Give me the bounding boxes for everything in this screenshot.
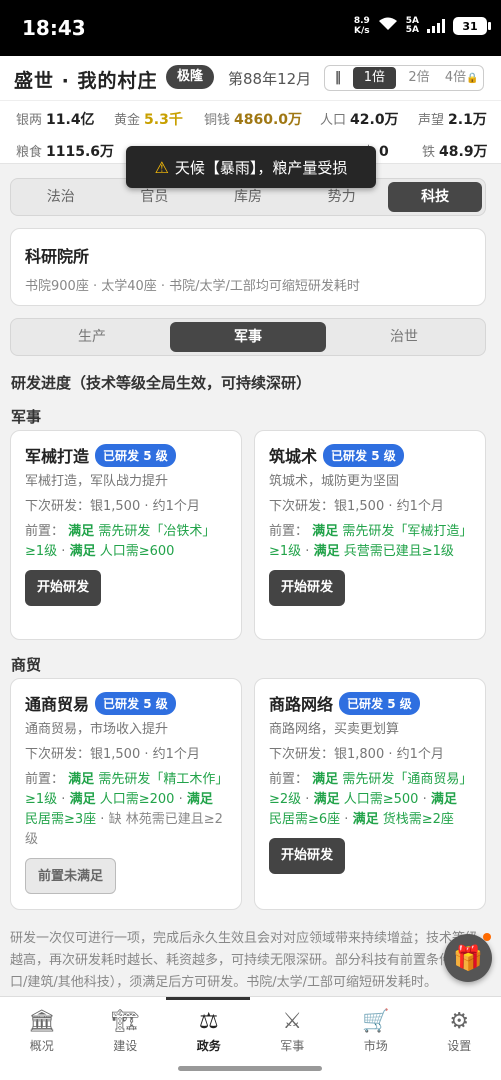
tech-desc: 通商贸易，市场收入提升 — [25, 722, 169, 737]
tech-prereqs: 前置： 满足 需先研发「冶铁术」≥1级 · 满足 人口需≥600 — [25, 524, 216, 559]
gear-icon: ⚙ — [449, 1009, 470, 1034]
warning-icon: ⚠ — [154, 157, 169, 177]
speed-4x-button[interactable]: 4倍🔒 — [440, 67, 483, 89]
signal-icon: 5A 5A — [405, 16, 419, 35]
tech-name: 筑城术 — [269, 447, 318, 466]
cell-bars-icon — [427, 19, 445, 33]
group-title-trade: 商贸 — [11, 656, 42, 674]
resource-population: 人口 42.0万 — [320, 112, 399, 128]
start-research-button[interactable]: 开始研发 — [25, 570, 102, 606]
turn-date: 第88年12月 — [228, 70, 312, 88]
clock: 18:43 — [22, 16, 86, 40]
notification-dot — [483, 933, 491, 941]
level-badge: 已研发 5 级 — [339, 691, 420, 715]
academy-card: 科研院所 书院900座 · 太学40座 · 书院/太学/工部均可缩短研发耗时 — [10, 228, 486, 306]
home-indicator[interactable] — [178, 1066, 322, 1071]
cart-icon: 🛒 — [362, 1009, 390, 1034]
tech-next-cost: 下次研发：银1,500 · 约1个月 — [25, 747, 200, 762]
tech-desc: 商路网络，买卖更划算 — [269, 722, 400, 737]
tab-production[interactable]: 生产 — [14, 322, 170, 352]
tech-next-cost: 下次研发：银1,800 · 约1个月 — [269, 747, 444, 762]
nav-market[interactable]: 🛒 市场 — [334, 997, 418, 1080]
academy-name: 科研院所 — [25, 247, 90, 266]
nav-build[interactable]: 🏗 建设 — [84, 997, 168, 1080]
gift-icon: 🎁 — [453, 944, 483, 972]
tech-name: 商路网络 — [269, 695, 334, 714]
swords-icon: ⚔ — [282, 1009, 303, 1034]
resource-prestige: 声望 2.1万 — [418, 112, 487, 128]
research-footnote: 研发一次仅可进行一项，完成后永久生效且会对对应领域带来持续增益；技术等级越高，再… — [10, 931, 479, 990]
battery-icon: 31 — [453, 17, 491, 35]
tech-name: 通商贸易 — [25, 695, 90, 714]
resource-iron: 铁 48.9万 — [422, 144, 488, 160]
prereq-unmet-button[interactable]: 前置未满足 — [25, 858, 117, 894]
group-title-military: 军事 — [11, 408, 42, 426]
era-badge: 极隆 — [166, 65, 215, 89]
app-header: 盛世 · 我的村庄 极隆 第88年12月 ‖ 1倍 2倍 4倍🔒 — [0, 56, 501, 100]
level-badge: 已研发 5 级 — [323, 443, 404, 467]
page-title: 盛世 · 我的村庄 — [14, 70, 158, 92]
resource-copper: 铜钱 4860.0万 — [204, 112, 303, 128]
tech-prereqs: 前置： 满足 需先研发「军械打造」≥1级 · 满足 兵营需已建且≥1级 — [269, 524, 466, 559]
pause-button[interactable]: ‖ — [325, 67, 351, 89]
start-research-button[interactable]: 开始研发 — [269, 838, 346, 874]
section-title: 研发进度（技术等级全局生效，可持续深研） — [11, 374, 312, 392]
temple-icon: 🏛 — [27, 1009, 56, 1034]
tab-law[interactable]: 法治 — [14, 182, 108, 212]
tech-card-trade: 通商贸易 已研发 5 级 通商贸易，市场收入提升 下次研发：银1,500 · 约1… — [10, 678, 242, 910]
weather-toast: ⚠ 天候【暴雨】，粮产量受损 — [126, 146, 376, 188]
resource-silver: 银两 11.4亿 — [16, 112, 95, 128]
tech-desc: 军械打造，军队战力提升 — [25, 474, 169, 489]
nav-settings[interactable]: ⚙ 设置 — [418, 997, 501, 1080]
resource-gold: 黄金 5.3千 — [114, 112, 183, 128]
resource-grain: 粮食 1115.6万 — [16, 144, 115, 160]
tab-military[interactable]: 军事 — [170, 322, 326, 352]
tech-prereqs: 前置： 满足 需先研发「精工木作」≥1级 · 满足 人口需≥200 · 满足 民… — [25, 772, 223, 847]
speed-control: ‖ 1倍 2倍 4倍🔒 — [324, 65, 484, 91]
level-badge: 已研发 5 级 — [95, 691, 176, 715]
academy-desc: 书院900座 · 太学40座 · 书院/太学/工部均可缩短研发耗时 — [25, 279, 360, 294]
net-speed: 8.9 K/s — [353, 16, 370, 36]
research-category-tabs: 生产 军事 治世 — [10, 318, 486, 356]
tech-card-trade-routes: 商路网络 已研发 5 级 商路网络，买卖更划算 下次研发：银1,800 · 约1个… — [254, 678, 486, 910]
crane-icon: 🏗 — [111, 1009, 140, 1034]
nav-overview[interactable]: 🏛 概况 — [0, 997, 84, 1080]
start-research-button[interactable]: 开始研发 — [269, 570, 346, 606]
speed-2x-button[interactable]: 2倍 — [398, 67, 441, 89]
tech-prereqs: 前置： 满足 需先研发「通商贸易」≥2级 · 满足 人口需≥500 · 满足 民… — [269, 772, 466, 827]
level-badge: 已研发 5 级 — [95, 443, 176, 467]
wifi-icon — [378, 16, 398, 36]
gift-button[interactable]: 🎁 — [444, 933, 492, 982]
tech-next-cost: 下次研发：银1,500 · 约1个月 — [269, 499, 444, 514]
tech-next-cost: 下次研发：银1,500 · 约1个月 — [25, 499, 200, 514]
status-icons: 8.9 K/s 5A 5A 31 — [353, 16, 491, 36]
tab-technology[interactable]: 科技 — [388, 182, 482, 212]
tech-card-fortification: 筑城术 已研发 5 级 筑城术，城防更为坚固 下次研发：银1,500 · 约1个月… — [254, 430, 486, 640]
active-tab-indicator — [166, 997, 250, 1000]
tech-card-armory: 军械打造 已研发 5 级 军械打造，军队战力提升 下次研发：银1,500 · 约1… — [10, 430, 242, 640]
tab-governance[interactable]: 治世 — [326, 322, 482, 352]
toast-text: 天候【暴雨】，粮产量受损 — [174, 158, 348, 177]
lock-icon: 🔒 — [466, 73, 479, 84]
scales-icon: ⚖ — [198, 1009, 219, 1034]
speed-1x-button[interactable]: 1倍 — [353, 67, 396, 89]
status-bar: 18:43 8.9 K/s 5A 5A 31 — [0, 0, 501, 56]
tech-desc: 筑城术，城防更为坚固 — [269, 474, 400, 489]
tech-name: 军械打造 — [25, 447, 90, 466]
